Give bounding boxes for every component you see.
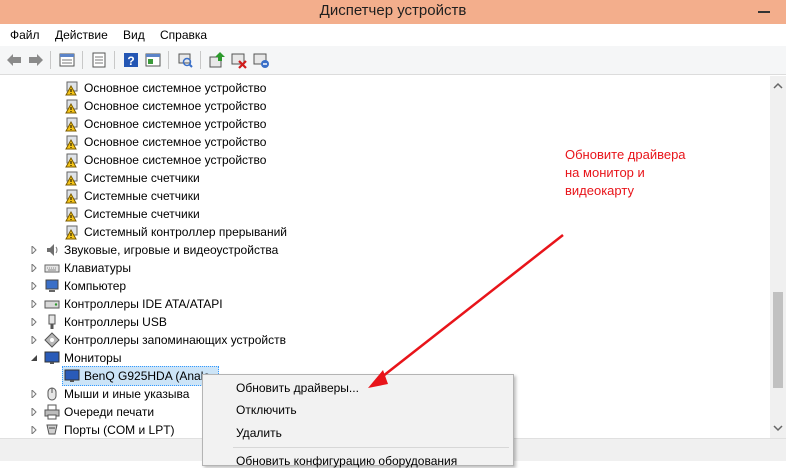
expand-arrow-icon[interactable]: [30, 426, 38, 434]
toolbar-separator: [200, 51, 201, 69]
menu-item-uninstall[interactable]: Удалить: [236, 426, 282, 440]
warning-device-icon: [65, 153, 78, 168]
keyboard-icon: [44, 264, 60, 273]
warning-device-icon: [65, 99, 78, 114]
window-title: Диспетчер устройств: [319, 2, 467, 19]
tree-node-label: Системный контроллер прерываний: [84, 225, 287, 239]
menu-view[interactable]: Вид: [123, 28, 145, 42]
warning-device-icon: [65, 225, 78, 240]
tree-node-label: Контроллеры IDE ATA/ATAPI: [64, 297, 223, 311]
usb-icon: [48, 314, 56, 329]
disable-device-icon[interactable]: [230, 51, 248, 69]
expand-arrow-icon[interactable]: [30, 336, 38, 344]
monitor-icon: [44, 351, 60, 364]
tree-node-label: BenQ G925HDA (Analo: [84, 369, 211, 383]
annotation-line: видеокарту: [565, 183, 634, 198]
help-icon[interactable]: ?: [122, 51, 140, 69]
menu-file[interactable]: Файл: [10, 28, 40, 42]
menu-bar: Файл Действие Вид Справка: [0, 24, 786, 46]
console-icon[interactable]: [144, 51, 162, 69]
warning-device-icon: [65, 135, 78, 150]
update-driver-icon[interactable]: [208, 51, 226, 69]
tree-node-label: Очереди печати: [64, 405, 155, 419]
list-view-icon[interactable]: [90, 51, 108, 69]
forward-arrow-icon[interactable]: [27, 51, 45, 69]
toolbar-separator: [82, 51, 83, 69]
tree-node-label: Основное системное устройство: [84, 153, 267, 167]
warning-device-icon: [65, 117, 78, 132]
port-icon: [46, 424, 58, 435]
uninstall-device-icon[interactable]: [252, 51, 270, 69]
tree-node-monitor-benq[interactable]: BenQ G925HDA (Analo: [62, 366, 219, 386]
title-bar: Диспетчер устройств: [0, 0, 786, 24]
scroll-up-arrow-icon[interactable]: [770, 78, 786, 94]
properties-icon[interactable]: [58, 51, 76, 69]
menu-separator: [233, 447, 509, 448]
expand-arrow-icon[interactable]: [30, 318, 38, 326]
toolbar-separator: [114, 51, 115, 69]
menu-item-scan-hardware[interactable]: Обновить конфигурацию оборудования: [236, 454, 457, 468]
scroll-down-arrow-icon[interactable]: [770, 420, 786, 436]
monitor-icon: [64, 369, 80, 382]
expand-arrow-icon[interactable]: [30, 264, 38, 272]
tree-node-label: Системные счетчики: [84, 189, 200, 203]
toolbar-separator: [50, 51, 51, 69]
tree-node-label: Основное системное устройство: [84, 99, 267, 113]
tree-node-label: Порты (COM и LPT): [64, 423, 175, 437]
tree-node-label: Основное системное устройство: [84, 117, 267, 131]
tree-node-label: Контроллеры запоминающих устройств: [64, 333, 286, 347]
expand-arrow-icon[interactable]: [30, 408, 38, 416]
tree-node-label: Основное системное устройство: [84, 81, 267, 95]
toolbar-separator: [168, 51, 169, 69]
menu-help[interactable]: Справка: [160, 28, 207, 42]
minimize-button[interactable]: [750, 0, 780, 22]
toolbar: ?: [0, 46, 786, 75]
annotation-line: на монитор и: [565, 165, 645, 180]
tree-node-label: Контроллеры USB: [64, 315, 167, 329]
menu-action[interactable]: Действие: [55, 28, 108, 42]
computer-icon: [45, 279, 59, 292]
expand-arrow-icon[interactable]: [30, 300, 38, 308]
svg-text:?: ?: [127, 54, 134, 68]
collapse-arrow-icon[interactable]: [30, 354, 38, 362]
annotation-text: Обновите драйвера на монитор и видеокарт…: [565, 146, 745, 200]
speaker-icon: [47, 244, 58, 256]
annotation-line: Обновите драйвера: [565, 147, 686, 162]
ide-controller-icon: [44, 300, 60, 309]
warning-device-icon: [65, 171, 78, 186]
menu-item-update-drivers[interactable]: Обновить драйверы...: [236, 381, 359, 395]
tree-node-label: Системные счетчики: [84, 207, 200, 221]
context-menu: Обновить драйверы... Отключить Удалить О…: [202, 374, 514, 468]
warning-device-icon: [65, 207, 78, 222]
expand-arrow-icon[interactable]: [30, 282, 38, 290]
tree-node-label: Клавиатуры: [64, 261, 131, 275]
tree-node-label: Мыши и иные указыва: [64, 387, 190, 401]
tree-node-label: Системные счетчики: [84, 171, 200, 185]
menu-item-disable[interactable]: Отключить: [236, 403, 297, 417]
storage-controller-icon: [44, 332, 60, 348]
tree-node-label: Компьютер: [64, 279, 127, 293]
tree-node-label: Основное системное устройство: [84, 135, 267, 149]
scrollbar-thumb[interactable]: [773, 292, 783, 388]
expand-arrow-icon[interactable]: [30, 390, 38, 398]
expand-arrow-icon[interactable]: [30, 246, 38, 254]
tree-node-label: Звуковые, игровые и видеоустройства: [64, 243, 279, 257]
back-arrow-icon[interactable]: [5, 51, 23, 69]
printer-icon: [44, 404, 60, 420]
warning-device-icon: [65, 81, 78, 96]
warning-device-icon: [65, 189, 78, 204]
scan-hardware-icon[interactable]: [176, 51, 194, 69]
tree-node-label: Мониторы: [64, 351, 122, 365]
mouse-icon: [47, 387, 57, 401]
vertical-scrollbar[interactable]: [770, 76, 786, 438]
